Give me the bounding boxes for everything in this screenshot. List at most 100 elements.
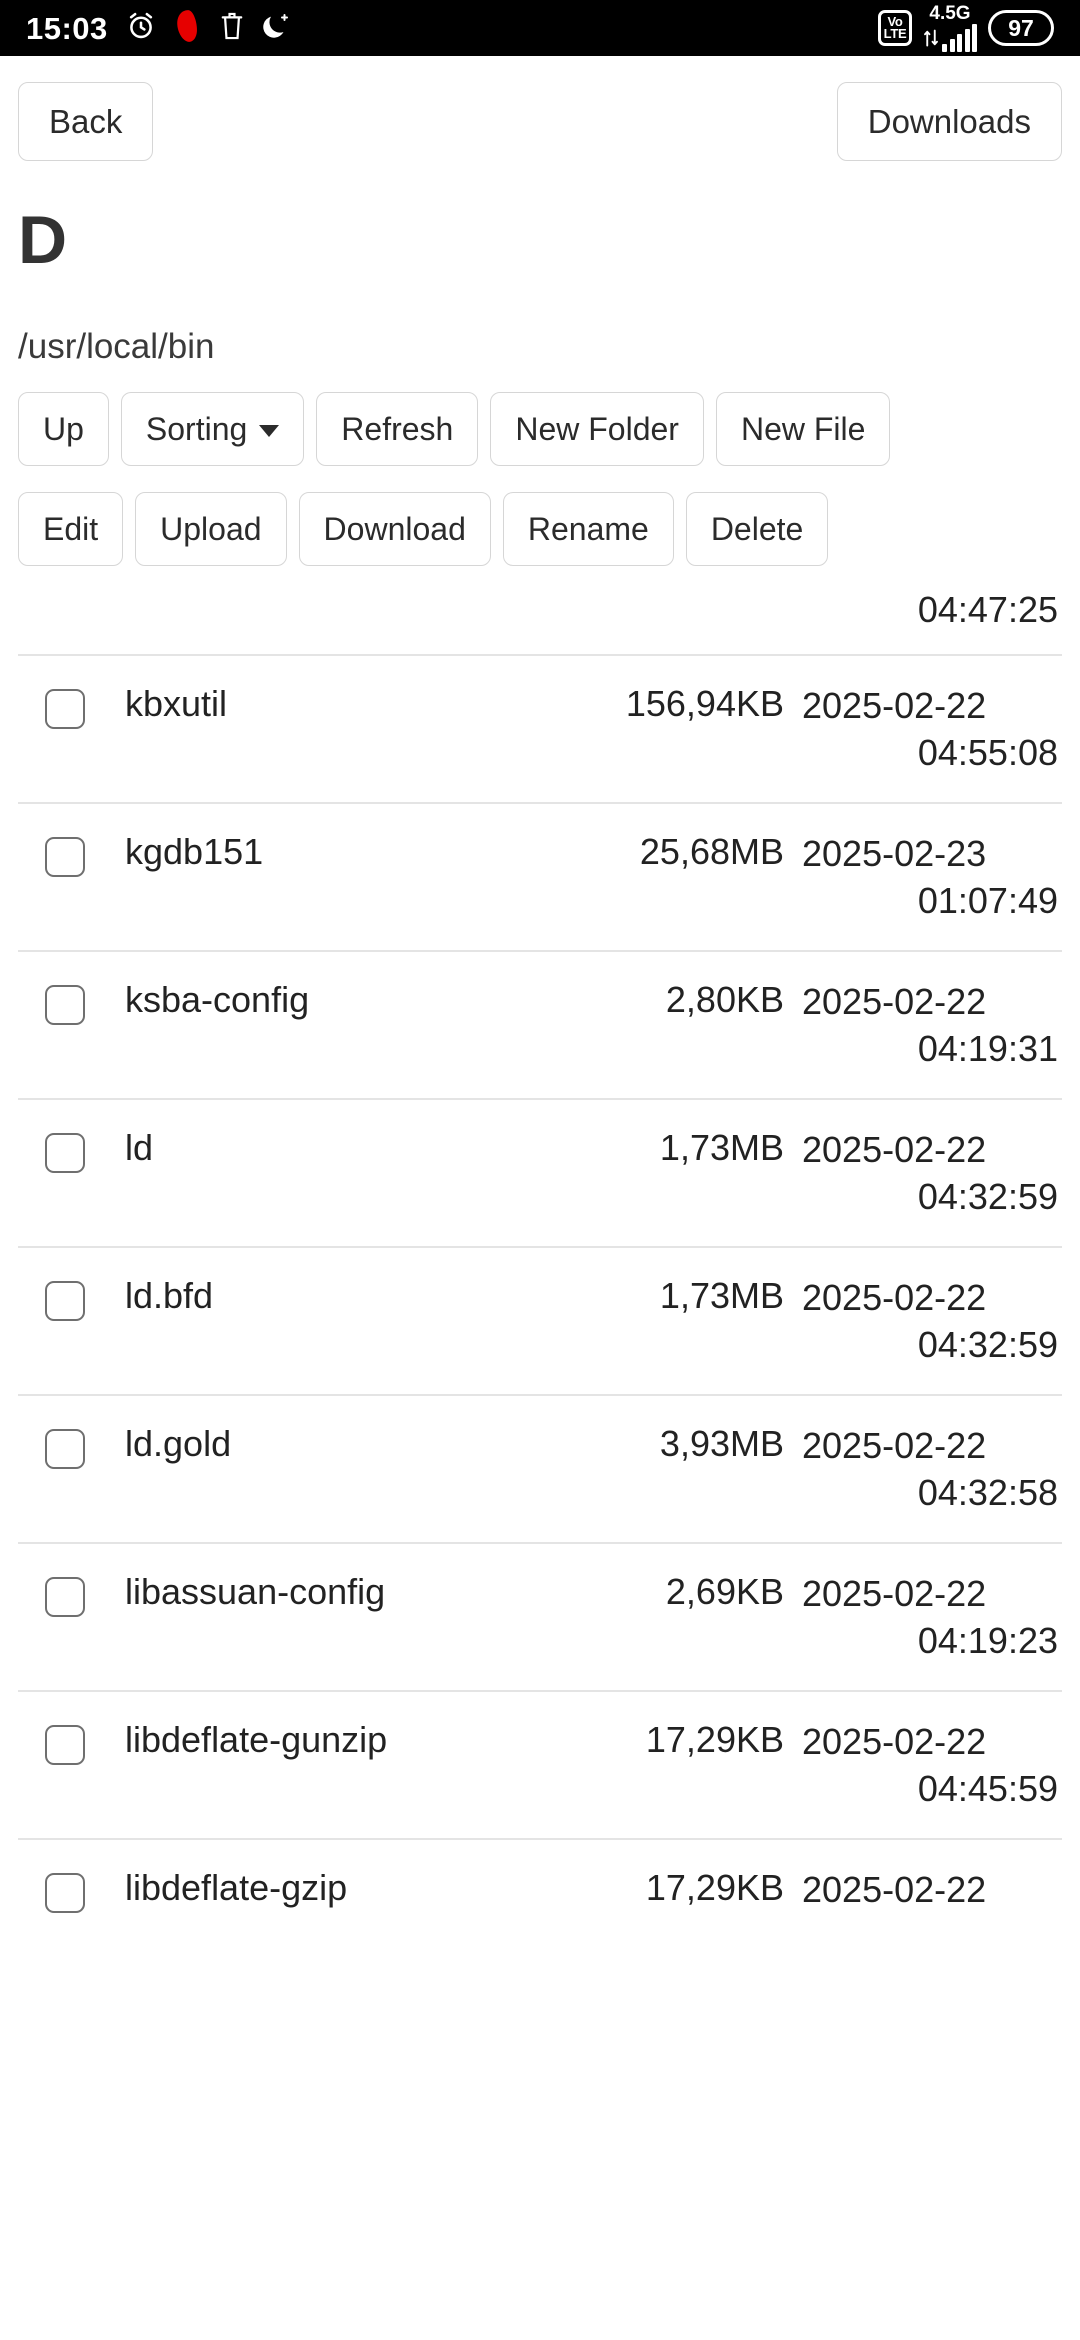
file-date: 2025-02-22 04:19:23 [784, 1568, 1062, 1665]
current-path: /usr/local/bin [18, 327, 215, 366]
file-name: ld.gold [125, 1422, 232, 1464]
file-date: 2025-02-22 04:19:31 [784, 976, 1062, 1073]
table-row[interactable]: ld.bfd 1,73MB 2025-02-22 04:32:59 [18, 1248, 1062, 1396]
file-date-day: 2025-02-23 [802, 832, 987, 874]
file-size: 1,73MB [659, 1274, 784, 1316]
file-name: kgdb151 [125, 830, 264, 872]
file-date-day: 2025-02-22 [802, 1128, 987, 1170]
page-title: D [18, 202, 67, 278]
file-date-time: 04:19:23 [917, 1619, 1058, 1661]
table-row[interactable]: ksba-config 2,80KB 2025-02-22 04:19:31 [18, 952, 1062, 1100]
data-transfer-icon [923, 28, 939, 52]
file-date-day: 2025-02-22 [802, 1424, 987, 1466]
file-date-day: 2025-02-22 [802, 1276, 987, 1318]
file-name: libassuan-config [125, 1570, 386, 1612]
up-button[interactable]: Up [18, 392, 109, 466]
file-date: 2025-02-22 04:32:58 [784, 1420, 1062, 1517]
sorting-label: Sorting [145, 411, 248, 447]
chevron-down-icon [259, 425, 280, 437]
file-size: 17,29KB [645, 1866, 784, 1908]
refresh-button[interactable]: Refresh [316, 392, 479, 466]
table-row[interactable]: libdeflate-gzip 17,29KB 2025-02-22 [18, 1840, 1062, 1988]
alarm-clock-icon [125, 10, 157, 47]
back-button[interactable]: Back [18, 82, 154, 161]
row-checkbox[interactable] [45, 1132, 85, 1173]
file-name: kbxutil [125, 682, 228, 724]
file-date-day: 2025-02-22 [802, 1572, 987, 1614]
row-checkbox[interactable] [45, 1872, 85, 1913]
do-not-disturb-moon-icon [262, 11, 290, 46]
status-bar-right: Vo LTE 4.5G 97 [878, 4, 1054, 52]
edit-button[interactable]: Edit [18, 492, 124, 566]
file-date-time: 04:32:58 [917, 1471, 1058, 1513]
file-date: 04:47:25 [784, 584, 1062, 634]
volte-line-2: LTE [883, 26, 907, 41]
status-bar-left: 15:03 [26, 9, 290, 48]
file-name: libdeflate-gunzip [125, 1718, 388, 1760]
rename-button[interactable]: Rename [502, 492, 674, 566]
table-row[interactable]: 04:47:25 [18, 584, 1062, 656]
row-checkbox[interactable] [45, 1428, 85, 1469]
download-button[interactable]: Download [298, 492, 491, 566]
file-size: 17,29KB [645, 1718, 784, 1760]
table-row[interactable]: kgdb151 25,68MB 2025-02-23 01:07:49 [18, 804, 1062, 952]
table-row[interactable]: libdeflate-gunzip 17,29KB 2025-02-22 04:… [18, 1692, 1062, 1840]
row-checkbox[interactable] [45, 1280, 85, 1321]
file-time: 04:47:25 [917, 589, 1058, 630]
file-date-day: 2025-02-22 [802, 980, 987, 1022]
row-checkbox[interactable] [45, 984, 85, 1025]
file-date-time: 04:19:31 [917, 1027, 1058, 1069]
table-row[interactable]: ld 1,73MB 2025-02-22 04:32:59 [18, 1100, 1062, 1248]
sorting-dropdown-button[interactable]: Sorting [120, 392, 305, 466]
file-date-day: 2025-02-22 [802, 684, 987, 726]
file-date: 2025-02-22 04:32:59 [784, 1124, 1062, 1221]
battery-indicator: 97 [988, 10, 1054, 46]
file-date: 2025-02-22 04:32:59 [784, 1272, 1062, 1369]
table-row[interactable]: libassuan-config 2,69KB 2025-02-22 04:19… [18, 1544, 1062, 1692]
top-navigation-bar: Back Downloads [18, 56, 1062, 161]
file-date: 2025-02-22 04:45:59 [784, 1716, 1062, 1813]
file-size: 3,93MB [659, 1422, 784, 1464]
file-size: 25,68MB [639, 830, 784, 872]
file-date-time: 01:07:49 [917, 879, 1058, 921]
file-size: 156,94KB [625, 682, 784, 724]
navigation-toolbar: Up Sorting Refresh New Folder New File [18, 392, 1062, 466]
status-bar: 15:03 Vo LTE 4.5G 97 [0, 0, 1080, 56]
file-size: 1,73MB [659, 1126, 784, 1168]
file-date-time: 04:45:59 [917, 1767, 1058, 1809]
file-size: 2,80KB [665, 978, 784, 1020]
table-row[interactable]: ld.gold 3,93MB 2025-02-22 04:32:58 [18, 1396, 1062, 1544]
downloads-button[interactable]: Downloads [836, 82, 1062, 161]
file-date-time: 04:32:59 [917, 1175, 1058, 1217]
row-checkbox[interactable] [45, 688, 85, 729]
row-checkbox[interactable] [45, 836, 85, 877]
upload-button[interactable]: Upload [135, 492, 287, 566]
delete-button[interactable]: Delete [685, 492, 829, 566]
row-checkbox[interactable] [45, 1724, 85, 1765]
table-row[interactable]: kbxutil 156,94KB 2025-02-22 04:55:08 [18, 656, 1062, 804]
file-date-day: 2025-02-22 [802, 1868, 987, 1910]
file-name: ld.bfd [125, 1274, 214, 1316]
vodafone-logo-icon [174, 9, 202, 48]
row-checkbox[interactable] [45, 1576, 85, 1617]
file-size: 2,69KB [665, 1570, 784, 1612]
file-list: 04:47:25 kbxutil 156,94KB 2025-02-22 04:… [18, 584, 1062, 1988]
file-date-day: 2025-02-22 [802, 1720, 987, 1762]
volte-icon: Vo LTE [878, 10, 912, 46]
signal-group [923, 24, 977, 52]
file-name: ld [125, 1126, 154, 1168]
file-date: 2025-02-23 01:07:49 [784, 828, 1062, 925]
page-content: Back Downloads D /usr/local/bin Up Sorti… [0, 56, 1080, 1988]
network-indicator: 4.5G [923, 4, 977, 52]
file-name: ksba-config [125, 978, 310, 1020]
file-name: libdeflate-gzip [125, 1866, 348, 1908]
status-bar-clock: 15:03 [26, 10, 108, 46]
trash-icon [219, 10, 245, 47]
new-folder-button[interactable]: New Folder [490, 392, 704, 466]
new-file-button[interactable]: New File [715, 392, 891, 466]
network-label: 4.5G [929, 3, 971, 24]
signal-bars-icon [942, 24, 977, 52]
file-date: 2025-02-22 04:55:08 [784, 680, 1062, 777]
file-action-toolbar: Edit Upload Download Rename Delete [18, 492, 1062, 566]
battery-level: 97 [1008, 14, 1034, 41]
